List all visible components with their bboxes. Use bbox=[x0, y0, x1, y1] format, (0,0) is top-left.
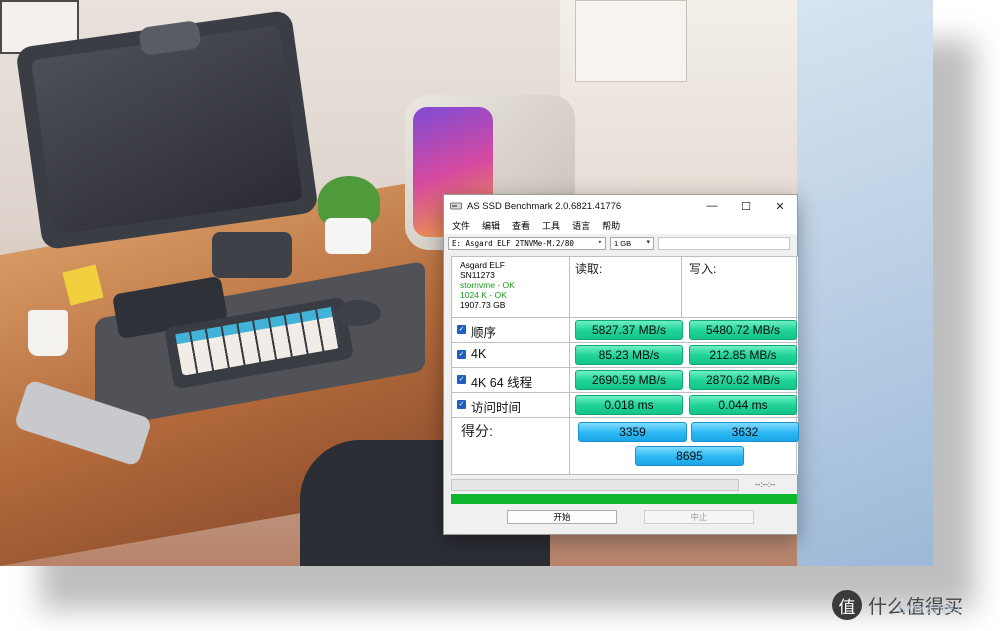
menu-edit[interactable]: 编辑 bbox=[482, 219, 500, 232]
toolbar: E: Asgard ELF 2TNVMe-M.2/80 ▾ 1 GB ▾ bbox=[444, 234, 797, 252]
results-grid: Asgard ELF SN11273 stornvme - OK 1024 K … bbox=[451, 256, 799, 475]
test-row-4k: ✓ 4K 85.23 MB/s 212.85 MB/s bbox=[451, 343, 798, 368]
menu-file[interactable]: 文件 bbox=[452, 219, 470, 232]
score-row: 得分: 3359 3632 8695 bbox=[451, 418, 799, 475]
windows-wallpaper bbox=[797, 0, 933, 566]
menu-language[interactable]: 语言 bbox=[572, 219, 590, 232]
size-select[interactable]: 1 GB ▾ bbox=[610, 236, 654, 250]
checkbox-checked-icon[interactable]: ✓ bbox=[457, 325, 466, 334]
test-row-seq: ✓ 顺序 5827.37 MB/s 5480.72 MB/s bbox=[451, 318, 798, 343]
header-row: Asgard ELF SN11273 stornvme - OK 1024 K … bbox=[451, 256, 798, 318]
menu-bar: 文件 编辑 查看 工具 语言 帮助 bbox=[444, 217, 797, 234]
access-read-value: 0.018 ms bbox=[575, 395, 683, 415]
drive-select-value: E: Asgard ELF 2TNVMe-M.2/80 bbox=[452, 238, 574, 248]
access-write-value: 0.044 ms bbox=[689, 395, 797, 415]
4k-write-value: 212.85 MB/s bbox=[689, 345, 797, 365]
as-ssd-window: AS SSD Benchmark 2.0.6821.41776 — ☐ ✕ 文件… bbox=[443, 194, 799, 535]
chevron-down-icon: ▾ bbox=[646, 238, 650, 246]
read-header: 读取: bbox=[575, 262, 603, 276]
total-score: 8695 bbox=[635, 446, 744, 466]
mouse bbox=[335, 300, 381, 326]
4k64-read-value: 2690.59 MB/s bbox=[575, 370, 683, 390]
drive-icon bbox=[450, 202, 462, 210]
window-title: AS SSD Benchmark 2.0.6821.41776 bbox=[467, 200, 622, 212]
test-label-cell: ✓ 4K 64 线程 bbox=[451, 368, 570, 392]
checkbox-checked-icon[interactable]: ✓ bbox=[457, 375, 466, 384]
pen-cup bbox=[28, 310, 68, 356]
read-score: 3359 bbox=[578, 422, 687, 442]
toolbar-blank-field bbox=[658, 236, 790, 250]
drive-model: Asgard ELF bbox=[460, 260, 505, 270]
size-select-value: 1 GB bbox=[614, 238, 632, 248]
test-name: 4K 64 线程 bbox=[471, 376, 533, 390]
write-score: 3632 bbox=[691, 422, 799, 442]
drive-serial: SN11273 bbox=[460, 270, 495, 280]
maximize-button[interactable]: ☐ bbox=[729, 195, 763, 217]
overall-progress-bar bbox=[451, 494, 797, 504]
watermark-logo: 值 bbox=[832, 590, 862, 620]
drive-info-panel: Asgard ELF SN11273 stornvme - OK 1024 K … bbox=[451, 257, 570, 317]
checkbox-checked-icon[interactable]: ✓ bbox=[457, 350, 466, 359]
4k64-write-value: 2870.62 MB/s bbox=[689, 370, 797, 390]
test-progress-bar bbox=[451, 479, 739, 491]
elapsed-time: --:--:-- bbox=[755, 480, 776, 489]
test-row-4k64: ✓ 4K 64 线程 2690.59 MB/s 2870.62 MB/s bbox=[451, 368, 798, 393]
test-label-cell: ✓ 顺序 bbox=[451, 318, 570, 342]
title-bar[interactable]: AS SSD Benchmark 2.0.6821.41776 — ☐ ✕ bbox=[444, 195, 797, 217]
test-label-cell: ✓ 4K bbox=[451, 343, 570, 367]
alignment-status: 1024 K - OK bbox=[460, 290, 507, 300]
stop-button[interactable]: 中止 bbox=[644, 510, 754, 524]
chevron-down-icon: ▾ bbox=[597, 237, 602, 246]
4k-read-value: 85.23 MB/s bbox=[575, 345, 683, 365]
menu-view[interactable]: 查看 bbox=[512, 219, 530, 232]
wall-poster-2 bbox=[575, 0, 687, 82]
checkbox-checked-icon[interactable]: ✓ bbox=[457, 400, 466, 409]
minimize-button[interactable]: — bbox=[695, 195, 729, 217]
score-label-cell: 得分: bbox=[451, 418, 570, 474]
test-row-access: ✓ 访问时间 0.018 ms 0.044 ms bbox=[451, 393, 798, 418]
write-header: 写入: bbox=[689, 262, 717, 276]
plant-pot bbox=[325, 218, 371, 254]
menu-tools[interactable]: 工具 bbox=[542, 219, 560, 232]
drive-select[interactable]: E: Asgard ELF 2TNVMe-M.2/80 ▾ bbox=[448, 236, 606, 250]
close-button[interactable]: ✕ bbox=[763, 195, 797, 217]
menu-help[interactable]: 帮助 bbox=[602, 219, 620, 232]
test-name: 顺序 bbox=[471, 326, 497, 340]
driver-status: stornvme - OK bbox=[460, 280, 515, 290]
start-button[interactable]: 开始 bbox=[507, 510, 617, 524]
watermark-sub: SMYZ.NET bbox=[898, 602, 963, 616]
test-name: 访问时间 bbox=[471, 401, 522, 415]
monitor-stand bbox=[212, 232, 292, 278]
test-name: 4K bbox=[471, 347, 487, 361]
drive-capacity: 1907.73 GB bbox=[460, 300, 506, 310]
seq-read-value: 5827.37 MB/s bbox=[575, 320, 683, 340]
score-label: 得分: bbox=[461, 423, 493, 439]
seq-write-value: 5480.72 MB/s bbox=[689, 320, 797, 340]
test-label-cell: ✓ 访问时间 bbox=[451, 393, 570, 417]
